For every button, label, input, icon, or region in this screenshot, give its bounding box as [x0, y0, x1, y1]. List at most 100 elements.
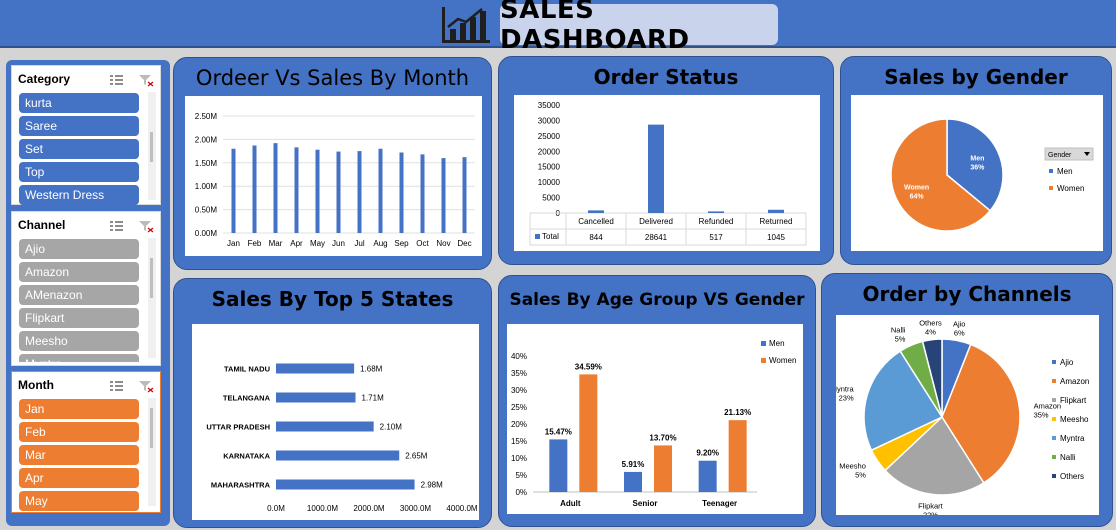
- y-tick-label: 1.00M: [195, 182, 218, 191]
- category-slicer-item[interactable]: Set: [19, 139, 139, 159]
- status-bar: [588, 210, 604, 213]
- slice-label: Men: [970, 156, 984, 163]
- table-value: 517: [709, 233, 723, 242]
- channel-slicer-item[interactable]: Myntra: [19, 354, 139, 362]
- y-tick-label: 35%: [511, 369, 527, 378]
- legend-label: Others: [1060, 472, 1084, 481]
- data-label: 2.98M: [421, 481, 444, 490]
- channel-slicer-item[interactable]: Ajio: [19, 239, 139, 259]
- data-label: 2.65M: [405, 452, 428, 461]
- x-tick-label: Refunded: [699, 217, 734, 226]
- legend-swatch: [1052, 360, 1056, 364]
- month-bar: [294, 147, 299, 233]
- category-slicer-item[interactable]: Saree: [19, 116, 139, 136]
- category-slicer-title: Category: [18, 72, 71, 86]
- state-bar: [276, 363, 355, 374]
- channel-slicer-item[interactable]: Flipkart: [19, 308, 139, 328]
- y-tick-label: 0.00M: [195, 229, 218, 238]
- slice-value: 35%: [1034, 410, 1049, 419]
- x-tick-label: Nov: [436, 239, 450, 248]
- women-bar: [654, 445, 672, 492]
- table-series-name: Total: [542, 232, 559, 241]
- legend-label: Women: [769, 356, 796, 365]
- category-slicer-item[interactable]: kurta: [19, 93, 139, 113]
- month-bar: [252, 145, 257, 233]
- legend-label: Nalli: [1060, 453, 1076, 462]
- state-bar: [276, 479, 415, 490]
- monthly-chart-title: Ordeer Vs Sales By Month: [195, 66, 470, 90]
- y-tick-label: 5%: [515, 471, 527, 480]
- x-tick-label: Delivered: [639, 217, 673, 226]
- women-bar: [579, 374, 598, 492]
- clear-filter-icon[interactable]: [138, 72, 154, 87]
- legend-swatch: [1052, 474, 1056, 478]
- category-slicer: Category kurta Saree Set Top Western Dress: [11, 65, 161, 205]
- month-slicer-item[interactable]: Feb: [19, 422, 139, 442]
- data-label: 21.13%: [724, 408, 751, 417]
- month-slicer-item[interactable]: Jan: [19, 399, 139, 419]
- x-tick-label: 3000.0M: [400, 504, 431, 513]
- data-label: 2.10M: [380, 423, 403, 432]
- legend-swatch: [1049, 169, 1053, 173]
- x-tick-label: 4000.0M: [446, 504, 477, 513]
- category-slicer-item[interactable]: Western Dress: [19, 185, 139, 205]
- states-panel: Sales By Top 5 States MAHARASHTRA 2.98M KA…: [173, 278, 492, 528]
- status-chart-title: Order Status: [593, 65, 739, 89]
- order-status-panel: Order Status 0 5000 10000 15000 20000 25000 30…: [498, 56, 834, 265]
- month-slicer-item[interactable]: Apr: [19, 468, 139, 488]
- data-label: 1.71M: [362, 394, 385, 403]
- channel-slicer-item[interactable]: Meesho: [19, 331, 139, 351]
- gender-chart-title: Sales by Gender: [884, 65, 1068, 89]
- x-tick-label: Jun: [332, 239, 345, 248]
- y-tick-label: 30000: [538, 116, 561, 125]
- slice-value: 36%: [970, 165, 985, 172]
- table-value: 844: [589, 233, 603, 242]
- data-label: 5.91%: [622, 460, 645, 469]
- month-bar: [336, 151, 341, 233]
- x-tick-label: Dec: [457, 239, 471, 248]
- slice-value: 6%: [954, 329, 965, 338]
- x-tick-label: Sep: [394, 239, 409, 248]
- slice-value: 22%: [923, 510, 938, 515]
- channel-slicer-item[interactable]: Amazon: [19, 262, 139, 282]
- y-tick-label: 15000: [538, 163, 561, 172]
- x-tick-label: 1000.0M: [307, 504, 338, 513]
- slice-value: 5%: [895, 335, 906, 344]
- table-value: 28641: [645, 233, 668, 242]
- legend-swatch: [1052, 398, 1056, 402]
- y-tick-label: 2.50M: [195, 112, 218, 121]
- y-tick-label: 5000: [542, 194, 560, 203]
- y-tick-label: 1.50M: [195, 159, 218, 168]
- month-slicer-item[interactable]: May: [19, 491, 139, 511]
- channel-slicer-item[interactable]: AMenazon: [19, 285, 139, 305]
- clear-filter-icon[interactable]: [138, 378, 154, 393]
- category-slicer-item[interactable]: Top: [19, 162, 139, 182]
- y-tick-label: MAHARASHTRA: [211, 481, 271, 490]
- month-slicer-item[interactable]: Mar: [19, 445, 139, 465]
- y-tick-label: 0%: [515, 488, 527, 497]
- y-tick-label: 30%: [511, 386, 527, 395]
- x-tick-label: Cancelled: [578, 217, 614, 226]
- y-tick-label: 40%: [511, 352, 527, 361]
- y-tick-label: UTTAR PRADESH: [206, 423, 270, 432]
- slice-label: Meesho: [839, 462, 866, 471]
- bar-chart-icon: [442, 7, 490, 43]
- y-tick-label: 15%: [511, 437, 527, 446]
- multi-select-icon[interactable]: [108, 378, 124, 392]
- legend-label: Men: [1057, 167, 1073, 176]
- age-gender-chart: 0% 5% 10% 15% 20% 25% 30% 35% 40% 15.47% 34.59% Adu…: [511, 339, 796, 508]
- legend-swatch: [1052, 436, 1056, 440]
- x-tick-label: Adult: [560, 499, 581, 508]
- data-label: 13.70%: [649, 433, 676, 442]
- slice-value: 23%: [839, 393, 854, 402]
- month-bar: [462, 157, 467, 233]
- states-bar-chart: MAHARASHTRA 2.98M KARNATAKA 2.65M UTTAR PRAD…: [206, 363, 478, 513]
- y-tick-label: 35000: [538, 101, 561, 110]
- month-slicer-title: Month: [18, 378, 54, 392]
- x-tick-label: 2000.0M: [353, 504, 384, 513]
- multi-select-icon[interactable]: [108, 72, 124, 86]
- y-tick-label: 25%: [511, 403, 527, 412]
- slice-label: Myntra: [836, 384, 854, 393]
- month-bar: [357, 151, 362, 233]
- dashboard-title: SALES DASHBOARD: [500, 0, 778, 55]
